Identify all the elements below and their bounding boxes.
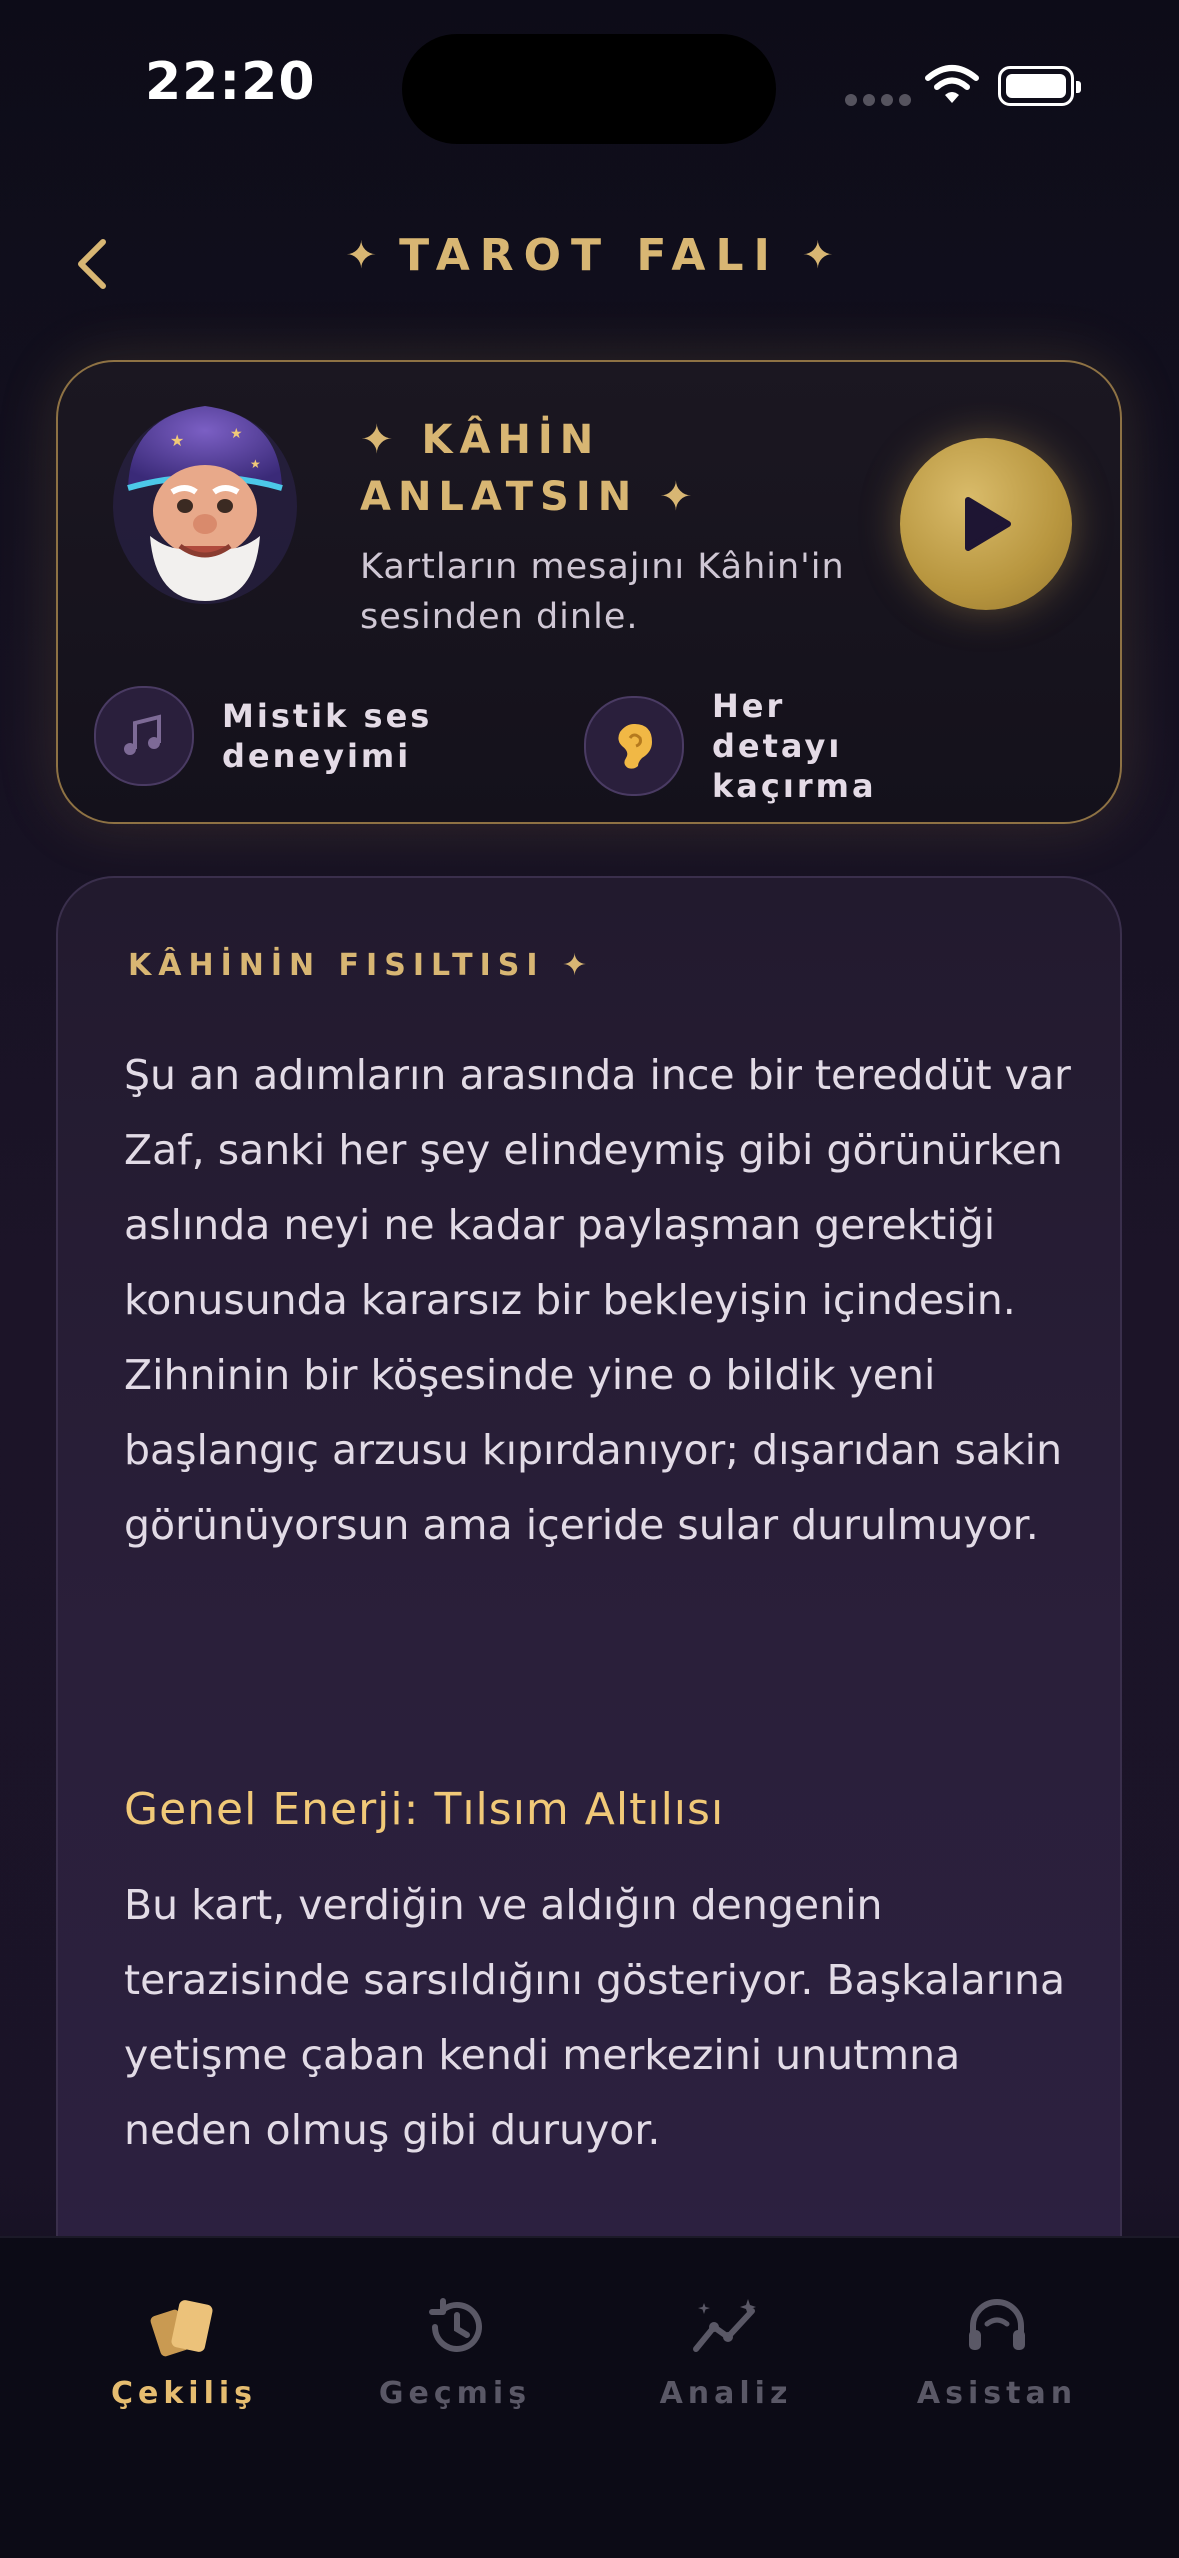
feature-mystic-sound: Mistik ses deneyimi (94, 686, 452, 786)
cellular-signal-icon (845, 94, 911, 106)
wizard-avatar: ★ ★ ★ (113, 406, 297, 604)
dynamic-island (402, 34, 776, 144)
cards-icon (150, 2300, 213, 2357)
whisper-card-label: KÂHİNİN FISILTISI ✦ (128, 948, 595, 983)
page-title: TAROT FALI (399, 230, 780, 281)
voice-card-description: Kartların mesajını Kâhin'in sesinden din… (360, 547, 845, 637)
kahin-voice-card: ★ ★ ★ ✦ KÂHİN ANLATSIN ✦ Kartların mesaj… (56, 360, 1122, 824)
sparkle-icon: ✦ (345, 233, 378, 277)
status-time: 22:20 (145, 52, 316, 112)
history-icon (429, 2298, 482, 2352)
top-header: ✦ TAROT FALI ✦ (0, 200, 1179, 330)
tab-label: Çekiliş (110, 2376, 258, 2411)
tab-asistan[interactable]: Asistan (877, 2292, 1117, 2411)
wifi-icon (925, 65, 979, 103)
tab-label: Analiz (659, 2376, 793, 2411)
headset-icon (969, 2299, 1025, 2350)
voice-card-title: ✦ KÂHİN ANLATSIN ✦ (360, 417, 700, 520)
sparkle-icon: ✦ (801, 233, 834, 277)
svg-text:★: ★ (250, 457, 261, 471)
whisper-text: Şu an adımların arasında ince bir teredd… (124, 1051, 1071, 1549)
status-bar: 22:20 (0, 0, 1179, 170)
tab-cekilis[interactable]: Çekiliş (64, 2292, 304, 2411)
analytics-icon (693, 2299, 756, 2352)
ear-icon (584, 696, 684, 796)
feature-every-detail: Her detayı kaçırma (584, 686, 922, 806)
play-audio-button[interactable] (900, 438, 1072, 610)
kahin-whisper-card: KÂHİNİN FISILTISI ✦ Şu an adımların aras… (56, 876, 1122, 2276)
feature-label: Her detayı kaçırma (712, 687, 877, 805)
music-notes-icon (94, 686, 194, 786)
svg-text:★: ★ (170, 431, 184, 450)
tab-analiz[interactable]: Analiz (606, 2292, 846, 2411)
tab-gecmis[interactable]: Geçmiş (335, 2292, 575, 2411)
general-energy-text: Bu kart, verdiğin ve aldığın dengenin te… (124, 1881, 1066, 2154)
tab-label: Asistan (916, 2376, 1078, 2411)
page-title-wrap: ✦ TAROT FALI ✦ (0, 230, 1179, 281)
battery-icon (998, 66, 1081, 106)
svg-text:★: ★ (230, 426, 243, 442)
feature-label: Mistik ses deneyimi (222, 697, 433, 775)
general-energy-title: Genel Enerji: Tılsım Altılısı (124, 1784, 725, 1835)
bottom-tab-bar: Çekiliş Geçmiş Analiz Asistan (0, 2236, 1179, 2558)
tab-label: Geçmiş (378, 2376, 532, 2411)
play-icon (965, 497, 1011, 551)
